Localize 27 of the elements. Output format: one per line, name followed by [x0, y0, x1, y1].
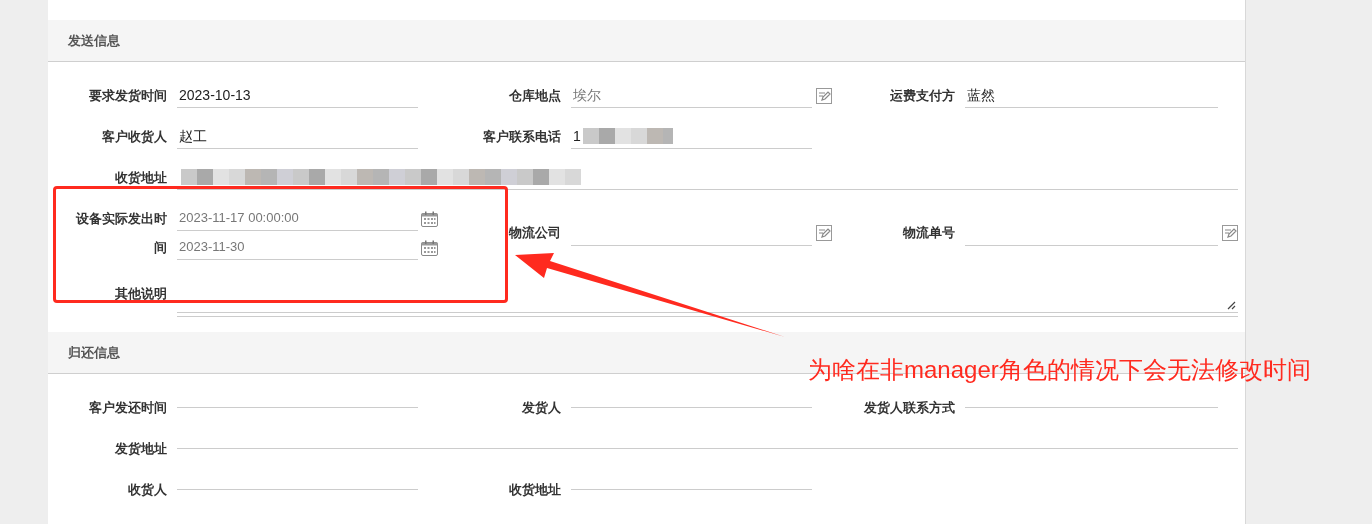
annotation-text: 为啥在非manager角色的情况下会无法修改时间 [808, 355, 1311, 385]
input-field[interactable]: 1 [571, 124, 812, 149]
field-label: 运费支付方 [890, 86, 955, 105]
field-label: 发货人 [522, 398, 561, 417]
edit-icon[interactable] [816, 225, 832, 241]
field-label: 客户联系电话 [483, 127, 561, 146]
field-label: 客户收货人 [102, 127, 167, 146]
field-label: 收货地址 [509, 480, 561, 499]
input-field[interactable]: 2023-10-13 [177, 83, 418, 108]
field-label: 其他说明 [115, 285, 167, 303]
field-label: 物流公司 [509, 224, 561, 242]
section-header: 发送信息 [48, 20, 1245, 62]
field-label: 发货人联系方式 [864, 398, 955, 417]
calendar-icon[interactable] [421, 239, 438, 256]
field-label: 收货地址 [115, 168, 167, 187]
field-label: 仓库地点 [509, 86, 561, 105]
resize-handle-icon[interactable] [1227, 300, 1236, 310]
field-label: 设备实际发出时间 [76, 210, 167, 257]
field-label: 发货地址 [115, 439, 167, 458]
field-label: 物流单号 [903, 224, 955, 242]
input-field[interactable]: 蓝然 [965, 83, 1218, 108]
calendar-icon[interactable] [421, 210, 438, 227]
input-field[interactable]: 赵工 [177, 124, 418, 149]
field-label: 客户发还时间 [89, 398, 167, 417]
edit-icon[interactable] [1222, 225, 1238, 241]
field-label: 要求发货时间 [89, 86, 167, 105]
field-label: 收货人 [128, 480, 167, 499]
